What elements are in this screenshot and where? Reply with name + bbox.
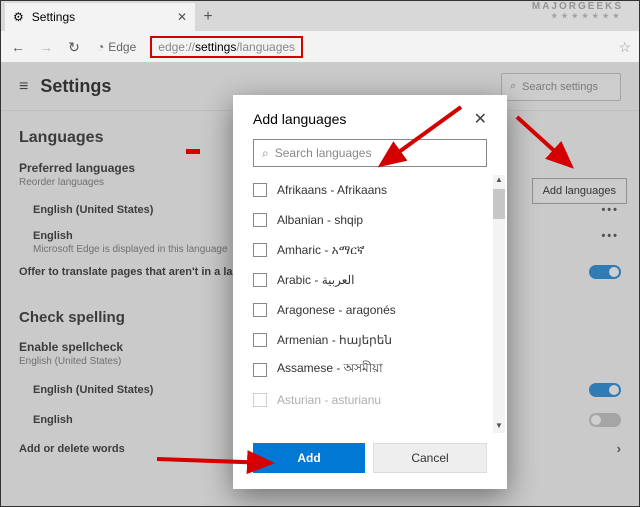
checkbox[interactable] (253, 333, 267, 347)
close-icon[interactable]: ✕ (474, 109, 487, 129)
new-tab-button[interactable]: + (195, 3, 221, 31)
scroll-down-icon[interactable]: ▼ (493, 421, 505, 433)
checkbox[interactable] (253, 273, 267, 287)
annotation-mark (186, 149, 200, 154)
url-prefix: edge:// (158, 40, 195, 54)
edge-label-text: Edge (108, 40, 136, 54)
url-field[interactable]: edge://settings/languages (150, 36, 303, 58)
item-label: Armenian - հայերեն (277, 333, 392, 347)
site-identity: ◔ Edge (97, 40, 136, 54)
item-label: Assamese - অসমীয়া (277, 360, 383, 380)
list-item[interactable]: Albanian - shqip (253, 205, 493, 235)
watermark: MAJORGEEKS ★★★★★★★ (532, 1, 623, 20)
address-bar: ← → ↻ ◔ Edge edge://settings/languages ☆ (1, 31, 639, 63)
list-item[interactable]: Arabic - العربية (253, 265, 493, 295)
forward-button[interactable]: → (37, 39, 55, 55)
list-item[interactable]: Aragonese - aragonés (253, 295, 493, 325)
item-label: Albanian - shqip (277, 213, 363, 227)
list-item[interactable]: Armenian - հայերեն (253, 325, 493, 355)
add-button[interactable]: Add (253, 443, 365, 473)
item-label: Amharic - አማርኛ (277, 243, 365, 258)
item-label: Arabic - العربية (277, 273, 354, 287)
checkbox[interactable] (253, 183, 267, 197)
url-suffix: /languages (236, 40, 295, 54)
close-tab-icon[interactable]: ✕ (177, 10, 187, 24)
dialog-search-input[interactable]: ⌕ Search languages (253, 139, 487, 167)
search-icon: ⌕ (262, 146, 269, 161)
watermark-stars: ★★★★★★★ (532, 12, 623, 20)
item-label: Afrikaans - Afrikaans (277, 183, 387, 197)
url-mid: settings (195, 40, 236, 54)
refresh-button[interactable]: ↻ (65, 39, 83, 56)
checkbox[interactable] (253, 213, 267, 227)
item-label: Aragonese - aragonés (277, 303, 396, 317)
dialog-buttons: Add Cancel (233, 433, 507, 489)
list-item[interactable]: Asturian - asturianu (253, 385, 493, 415)
cancel-button[interactable]: Cancel (373, 443, 487, 473)
checkbox[interactable] (253, 243, 267, 257)
scroll-thumb[interactable] (493, 189, 505, 219)
watermark-text: MAJORGEEKS (532, 1, 623, 12)
tab-settings[interactable]: ⚙ Settings ✕ (5, 3, 195, 31)
checkbox[interactable] (253, 303, 267, 317)
dialog-search-placeholder: Search languages (275, 146, 372, 160)
list-item[interactable]: Assamese - অসমীয়া (253, 355, 493, 385)
list-item[interactable]: Amharic - አማርኛ (253, 235, 493, 265)
scroll-up-icon[interactable]: ▲ (493, 175, 505, 187)
dialog-language-list: Afrikaans - Afrikaans Albanian - shqip A… (233, 175, 507, 433)
favorite-icon[interactable]: ☆ (618, 39, 631, 56)
back-button[interactable]: ← (9, 39, 27, 55)
list-item[interactable]: Afrikaans - Afrikaans (253, 175, 493, 205)
item-label: Asturian - asturianu (277, 393, 381, 407)
scrollbar[interactable]: ▲ ▼ (493, 175, 505, 433)
checkbox[interactable] (253, 393, 267, 407)
gear-icon: ⚙ (13, 10, 24, 24)
add-languages-dialog: Add languages ✕ ⌕ Search languages Afrik… (233, 95, 507, 489)
tab-title: Settings (32, 10, 169, 24)
dialog-title: Add languages (253, 111, 346, 127)
dialog-header: Add languages ✕ (233, 95, 507, 139)
checkbox[interactable] (253, 363, 267, 377)
edge-icon: ◔ (97, 40, 104, 54)
